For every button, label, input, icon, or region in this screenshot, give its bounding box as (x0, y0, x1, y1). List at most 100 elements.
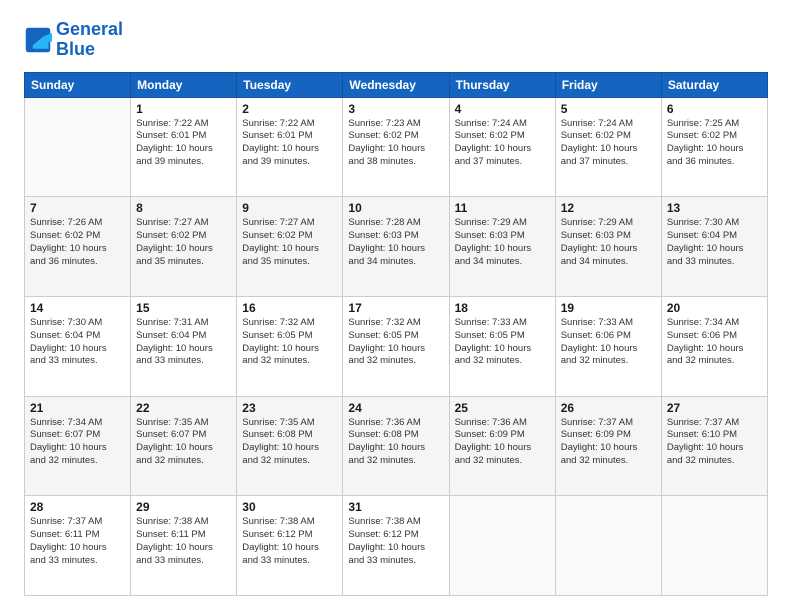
day-header-friday: Friday (555, 72, 661, 97)
header: General Blue (24, 20, 768, 60)
day-number: 4 (455, 102, 550, 116)
day-info: Sunrise: 7:30 AM Sunset: 6:04 PM Dayligh… (667, 217, 762, 268)
calendar-cell: 21 Sunrise: 7:34 AM Sunset: 6:07 PM Dayli… (25, 396, 131, 496)
day-number: 26 (561, 401, 656, 415)
calendar-cell: 22Sunrise: 7:35 AM Sunset: 6:07 PM Dayli… (131, 396, 237, 496)
day-number: 24 (348, 401, 443, 415)
day-info: Sunrise: 7:30 AM Sunset: 6:04 PM Dayligh… (30, 317, 125, 368)
calendar-page: General Blue SundayMondayTuesdayWednesda… (0, 0, 792, 612)
day-info: Sunrise: 7:24 AM Sunset: 6:02 PM Dayligh… (561, 118, 656, 169)
day-number: 18 (455, 301, 550, 315)
day-info: Sunrise: 7:35 AM Sunset: 6:07 PM Dayligh… (136, 417, 231, 468)
day-number: 14 (30, 301, 125, 315)
day-number: 8 (136, 201, 231, 215)
day-number: 16 (242, 301, 337, 315)
day-info: Sunrise: 7:28 AM Sunset: 6:03 PM Dayligh… (348, 217, 443, 268)
calendar-cell: 20Sunrise: 7:34 AM Sunset: 6:06 PM Dayli… (661, 296, 767, 396)
day-number: 28 (30, 500, 125, 514)
calendar-cell: 8 Sunrise: 7:27 AM Sunset: 6:02 PM Daylig… (131, 197, 237, 297)
logo-icon (24, 26, 52, 54)
calendar-cell: 19 Sunrise: 7:33 AM Sunset: 6:06 PM Dayli… (555, 296, 661, 396)
calendar-cell: 27Sunrise: 7:37 AM Sunset: 6:10 PM Dayli… (661, 396, 767, 496)
calendar-cell: 2 Sunrise: 7:22 AM Sunset: 6:01 PM Daylig… (237, 97, 343, 197)
day-info: Sunrise: 7:36 AM Sunset: 6:08 PM Dayligh… (348, 417, 443, 468)
day-number: 17 (348, 301, 443, 315)
day-info: Sunrise: 7:38 AM Sunset: 6:12 PM Dayligh… (242, 516, 337, 567)
calendar-cell: 18 Sunrise: 7:33 AM Sunset: 6:05 PM Dayli… (449, 296, 555, 396)
calendar-cell: 3 Sunrise: 7:23 AM Sunset: 6:02 PM Daylig… (343, 97, 449, 197)
day-info: Sunrise: 7:22 AM Sunset: 6:01 PM Dayligh… (242, 118, 337, 169)
calendar-cell: 14 Sunrise: 7:30 AM Sunset: 6:04 PM Dayli… (25, 296, 131, 396)
calendar-cell: 12Sunrise: 7:29 AM Sunset: 6:03 PM Dayli… (555, 197, 661, 297)
calendar-cell: 11Sunrise: 7:29 AM Sunset: 6:03 PM Dayli… (449, 197, 555, 297)
calendar-table: SundayMondayTuesdayWednesdayThursdayFrid… (24, 72, 768, 596)
calendar-week-1: 1Sunrise: 7:22 AM Sunset: 6:01 PM Daylig… (25, 97, 768, 197)
calendar-cell: 7 Sunrise: 7:26 AM Sunset: 6:02 PM Daylig… (25, 197, 131, 297)
calendar-cell: 24 Sunrise: 7:36 AM Sunset: 6:08 PM Dayli… (343, 396, 449, 496)
calendar-cell (555, 496, 661, 596)
calendar-cell (661, 496, 767, 596)
day-number: 21 (30, 401, 125, 415)
day-info: Sunrise: 7:31 AM Sunset: 6:04 PM Dayligh… (136, 317, 231, 368)
day-number: 3 (348, 102, 443, 116)
day-number: 19 (561, 301, 656, 315)
day-header-monday: Monday (131, 72, 237, 97)
day-number: 10 (348, 201, 443, 215)
day-info: Sunrise: 7:36 AM Sunset: 6:09 PM Dayligh… (455, 417, 550, 468)
calendar-cell: 17 Sunrise: 7:32 AM Sunset: 6:05 PM Dayli… (343, 296, 449, 396)
day-info: Sunrise: 7:37 AM Sunset: 6:09 PM Dayligh… (561, 417, 656, 468)
calendar-week-3: 14 Sunrise: 7:30 AM Sunset: 6:04 PM Dayli… (25, 296, 768, 396)
calendar-header: SundayMondayTuesdayWednesdayThursdayFrid… (25, 72, 768, 97)
calendar-week-4: 21 Sunrise: 7:34 AM Sunset: 6:07 PM Dayli… (25, 396, 768, 496)
day-header-wednesday: Wednesday (343, 72, 449, 97)
day-number: 7 (30, 201, 125, 215)
day-number: 23 (242, 401, 337, 415)
calendar-cell: 23Sunrise: 7:35 AM Sunset: 6:08 PM Dayli… (237, 396, 343, 496)
day-info: Sunrise: 7:23 AM Sunset: 6:02 PM Dayligh… (348, 118, 443, 169)
day-info: Sunrise: 7:34 AM Sunset: 6:07 PM Dayligh… (30, 417, 125, 468)
day-number: 13 (667, 201, 762, 215)
day-number: 11 (455, 201, 550, 215)
day-number: 27 (667, 401, 762, 415)
day-info: Sunrise: 7:24 AM Sunset: 6:02 PM Dayligh… (455, 118, 550, 169)
day-info: Sunrise: 7:27 AM Sunset: 6:02 PM Dayligh… (136, 217, 231, 268)
calendar-cell: 28 Sunrise: 7:37 AM Sunset: 6:11 PM Dayli… (25, 496, 131, 596)
calendar-cell: 16 Sunrise: 7:32 AM Sunset: 6:05 PM Dayli… (237, 296, 343, 396)
day-number: 12 (561, 201, 656, 215)
day-number: 2 (242, 102, 337, 116)
day-number: 15 (136, 301, 231, 315)
calendar-cell: 9 Sunrise: 7:27 AM Sunset: 6:02 PM Daylig… (237, 197, 343, 297)
calendar-week-5: 28 Sunrise: 7:37 AM Sunset: 6:11 PM Dayli… (25, 496, 768, 596)
day-header-tuesday: Tuesday (237, 72, 343, 97)
day-info: Sunrise: 7:26 AM Sunset: 6:02 PM Dayligh… (30, 217, 125, 268)
day-number: 31 (348, 500, 443, 514)
logo-line2: Blue (56, 40, 123, 60)
calendar-cell: 5Sunrise: 7:24 AM Sunset: 6:02 PM Daylig… (555, 97, 661, 197)
day-info: Sunrise: 7:25 AM Sunset: 6:02 PM Dayligh… (667, 118, 762, 169)
day-number: 25 (455, 401, 550, 415)
calendar-cell: 10 Sunrise: 7:28 AM Sunset: 6:03 PM Dayli… (343, 197, 449, 297)
calendar-body: 1Sunrise: 7:22 AM Sunset: 6:01 PM Daylig… (25, 97, 768, 595)
logo-line1: General (56, 20, 123, 40)
calendar-cell: 1Sunrise: 7:22 AM Sunset: 6:01 PM Daylig… (131, 97, 237, 197)
day-info: Sunrise: 7:32 AM Sunset: 6:05 PM Dayligh… (242, 317, 337, 368)
logo: General Blue (24, 20, 123, 60)
day-info: Sunrise: 7:33 AM Sunset: 6:05 PM Dayligh… (455, 317, 550, 368)
day-info: Sunrise: 7:32 AM Sunset: 6:05 PM Dayligh… (348, 317, 443, 368)
calendar-cell: 15 Sunrise: 7:31 AM Sunset: 6:04 PM Dayli… (131, 296, 237, 396)
day-info: Sunrise: 7:33 AM Sunset: 6:06 PM Dayligh… (561, 317, 656, 368)
calendar-cell: 31 Sunrise: 7:38 AM Sunset: 6:12 PM Dayli… (343, 496, 449, 596)
day-number: 9 (242, 201, 337, 215)
calendar-cell: 6Sunrise: 7:25 AM Sunset: 6:02 PM Daylig… (661, 97, 767, 197)
day-header-sunday: Sunday (25, 72, 131, 97)
day-header-saturday: Saturday (661, 72, 767, 97)
calendar-cell (449, 496, 555, 596)
calendar-cell: 4 Sunrise: 7:24 AM Sunset: 6:02 PM Daylig… (449, 97, 555, 197)
calendar-cell: 13 Sunrise: 7:30 AM Sunset: 6:04 PM Dayli… (661, 197, 767, 297)
calendar-cell (25, 97, 131, 197)
day-header-thursday: Thursday (449, 72, 555, 97)
calendar-cell: 26 Sunrise: 7:37 AM Sunset: 6:09 PM Dayli… (555, 396, 661, 496)
day-info: Sunrise: 7:27 AM Sunset: 6:02 PM Dayligh… (242, 217, 337, 268)
day-info: Sunrise: 7:38 AM Sunset: 6:12 PM Dayligh… (348, 516, 443, 567)
day-info: Sunrise: 7:37 AM Sunset: 6:11 PM Dayligh… (30, 516, 125, 567)
